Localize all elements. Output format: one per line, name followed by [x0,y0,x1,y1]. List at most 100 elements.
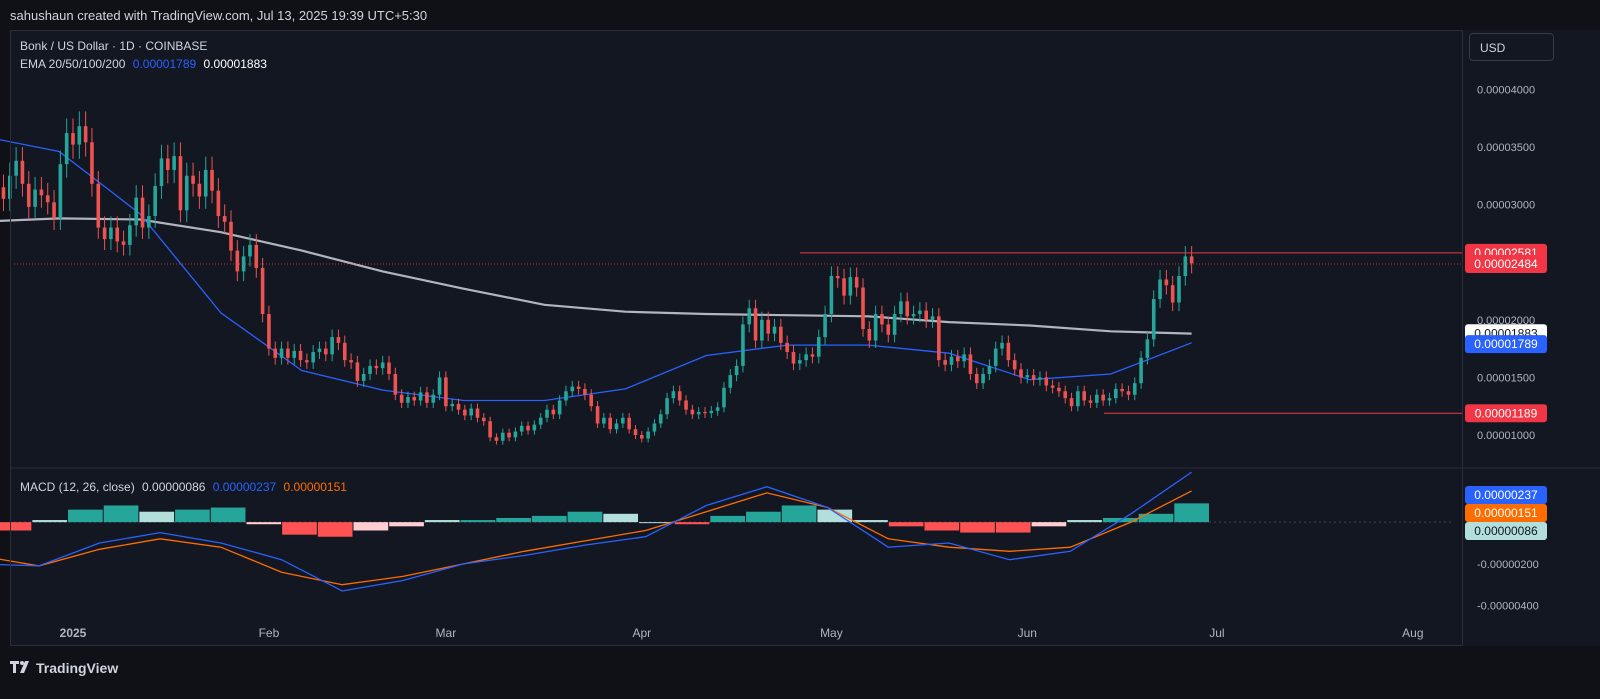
candle-body [640,435,644,439]
candle-body [760,319,764,341]
candle-body [267,314,271,349]
ema-value-slow: 0.00001883 [203,57,267,71]
time-axis-tick: Apr [632,626,651,640]
macd-histogram-bar [781,505,817,523]
candle-body [1069,398,1074,407]
candle-body [1076,391,1080,407]
macd-histogram-bar [353,522,389,531]
macd-signal-line [0,490,1192,586]
candle-body [538,417,543,425]
candle-body [387,362,391,374]
macd-histogram-bar [424,520,460,523]
last-price-label-text: 0.00002484 [1474,257,1538,271]
candle-body [696,411,701,415]
candle-body [949,356,954,365]
time-axis-tick: May [820,626,843,640]
candle-body [570,386,575,392]
candle-body [393,373,398,395]
candle-body [1101,394,1105,401]
macd-legend[interactable]: MACD (12, 26, close) 0.00000086 0.000002… [20,480,351,494]
candle-body [109,227,113,240]
candle-body [551,409,556,415]
candle-body [1164,279,1169,286]
candle-body [361,373,366,381]
time-axis-tick: Aug [1402,626,1423,640]
tradingview-logo[interactable]: TradingView [10,660,118,676]
candle-body [829,275,834,315]
candle-body [128,225,132,245]
candle-body [911,314,916,317]
symbol-legend[interactable]: Bonk / US Dollar · 1D · COINBASE [20,39,211,53]
candle-body [273,348,278,358]
candle-body [589,394,594,407]
candle-body [58,164,63,219]
macd-histogram-bar [1031,522,1067,527]
candle-body [690,409,695,415]
time-axis-tick: Jun [1018,626,1037,640]
candle-body [602,417,606,424]
candle-body [336,337,341,343]
price-axis-tick: 0.00001500 [1477,372,1535,384]
candle-body [974,373,979,384]
candle-body [1025,375,1030,378]
candle-body [197,183,202,197]
macd-hist-value: 0.00000086 [142,480,206,494]
candle-body [1151,299,1156,340]
macd-histogram-bar [888,522,924,527]
time-axis-tick: Jul [1209,626,1224,640]
macd-histogram-bar [924,522,960,531]
macd-histogram-bar [1174,503,1209,523]
candle-body [1019,369,1023,378]
candle-body [987,365,992,374]
macd-histogram-bar [746,511,781,523]
macd-axis-tick: -0.00000400 [1477,601,1539,613]
macd-hist-price-label-text: 0.00000086 [1474,524,1538,538]
candle-body [835,275,840,279]
candle-body [140,197,145,228]
chart-svg[interactable]: 0.000040000.000035000.000030000.00002000… [0,0,1600,699]
candle-body [260,267,265,315]
macd-histogram-bar [246,522,282,525]
candle-body [658,414,663,424]
candle-body [1050,385,1055,388]
candle-body [39,189,44,196]
candle-body [166,158,170,170]
candle-body [1177,275,1181,303]
candle-body [854,277,859,288]
candle-body [956,356,960,362]
macd-histogram-bar [282,522,317,535]
candle-body [583,388,587,395]
candle-body [1120,388,1124,392]
candle-body [317,348,322,353]
candle-body [399,394,404,403]
candle-body [463,409,467,416]
candle-body [646,431,650,439]
candle-body [425,392,429,403]
candle-body [456,403,461,410]
candle-body [899,301,903,315]
time-axis-tick: 2025 [60,626,87,640]
macd-line-price-label-text: 0.00000237 [1474,488,1538,502]
candle-body [147,216,151,228]
price-axis-tick: 0.00003000 [1477,200,1535,212]
macd-histogram-bar [210,507,246,523]
ema-legend[interactable]: EMA 20/50/100/200 0.00001789 0.00001883 [20,57,271,71]
candle-body [785,342,789,353]
candle-body [77,126,82,145]
candle-body [20,160,25,184]
currency-button[interactable]: USD [1469,33,1554,61]
candle-body [330,337,334,355]
candle-body [184,175,189,211]
candle-body [747,308,752,325]
candle-body [880,314,884,325]
candle-body [507,432,511,438]
candle-body [8,175,12,199]
candle-body [677,391,682,401]
candle-body [968,354,973,374]
candle-body [709,410,714,414]
macd-histogram-bar [531,515,567,523]
candle-body [45,195,50,203]
candle-body [816,337,821,357]
macd-signal-value: 0.00000151 [283,480,347,494]
macd-histogram-bar [603,513,639,523]
